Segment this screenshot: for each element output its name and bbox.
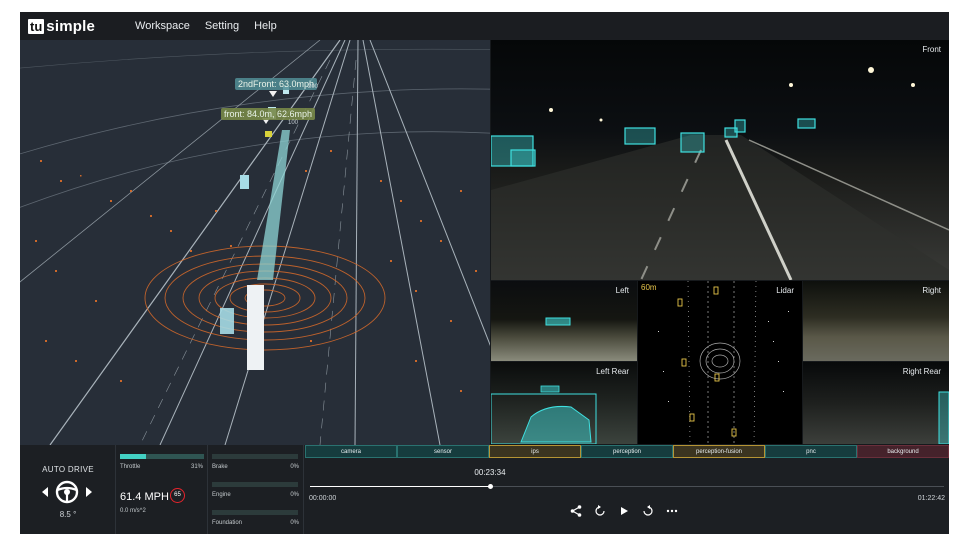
menu-setting[interactable]: Setting bbox=[205, 20, 239, 32]
current-time: 00:23:34 bbox=[474, 468, 506, 477]
right-camera-view[interactable]: Right bbox=[803, 281, 949, 361]
3d-scene-view[interactable]: 2ndFront: 63.0mph front: 84.0m, 62.6mph … bbox=[20, 40, 490, 445]
start-time: 00:00:00 bbox=[309, 495, 337, 502]
rewind-icon bbox=[595, 505, 605, 516]
left-camera-view[interactable]: Left bbox=[491, 281, 637, 361]
brake-label: Brake bbox=[212, 464, 228, 470]
auto-drive-label: AUTO DRIVE bbox=[42, 465, 94, 474]
layer-tabs: camera sensor ips perception perception-… bbox=[305, 445, 949, 458]
tab-perception-fusion[interactable]: perception-fusion bbox=[673, 445, 765, 458]
steering-wheel-icon bbox=[55, 480, 79, 504]
throttle-percent: 31% bbox=[190, 464, 203, 470]
tab-pnc[interactable]: pnc bbox=[765, 445, 857, 458]
logo-mark: tu bbox=[28, 18, 45, 34]
foundation-label: Foundation bbox=[212, 520, 243, 526]
throttle-bar-fill bbox=[120, 454, 147, 459]
bottom-panel: AUTO DRIVE 8.5 ° Throttle 31% 61.4 MPH 6… bbox=[20, 445, 949, 534]
throttle-panel: Throttle 31% 61.4 MPH 65 0.0 m/s^2 bbox=[116, 445, 208, 534]
forward-button[interactable] bbox=[641, 504, 655, 518]
distance-marker-200: 200 bbox=[308, 84, 319, 90]
engine-bar bbox=[212, 482, 298, 487]
tab-sensor[interactable]: sensor bbox=[397, 445, 489, 458]
acceleration-readout: 0.0 m/s^2 bbox=[120, 508, 146, 514]
rewind-button[interactable] bbox=[593, 504, 607, 518]
distance-marker-100: 100 bbox=[288, 120, 299, 126]
right-rear-camera-view[interactable]: Right Rear bbox=[803, 362, 949, 444]
arrow-left-icon[interactable] bbox=[42, 487, 48, 497]
tab-background[interactable]: background bbox=[857, 445, 949, 458]
left-camera-label: Left bbox=[615, 286, 629, 295]
2nd-front-vehicle-tag: 2ndFront: 63.0mph bbox=[235, 78, 318, 90]
lidar-label: Lidar bbox=[776, 286, 794, 295]
brake-percent: 0% bbox=[290, 464, 299, 470]
brake-panel: Brake 0% Engine 0% Foundation 0% bbox=[208, 445, 304, 534]
logo: tu simple bbox=[28, 18, 95, 35]
throttle-label: Throttle bbox=[120, 464, 141, 470]
auto-drive-panel: AUTO DRIVE 8.5 ° bbox=[20, 445, 116, 534]
speed-readout: 61.4 MPH bbox=[120, 491, 169, 503]
share-icon bbox=[570, 505, 582, 517]
engine-percent: 0% bbox=[290, 492, 299, 498]
more-icon bbox=[666, 509, 678, 513]
timeline-progress bbox=[310, 486, 491, 487]
play-button[interactable] bbox=[617, 504, 631, 518]
lidar-range-label: 60m bbox=[641, 283, 657, 292]
steering-indicator bbox=[42, 479, 92, 505]
arrow-right-icon[interactable] bbox=[86, 487, 92, 497]
front-camera-label: Front bbox=[922, 45, 941, 54]
left-rear-camera-label: Left Rear bbox=[596, 367, 629, 376]
front-camera-scene bbox=[491, 67, 949, 280]
more-button[interactable] bbox=[665, 504, 679, 518]
foundation-percent: 0% bbox=[290, 520, 299, 526]
main-menu: Workspace Setting Help bbox=[135, 20, 292, 32]
right-camera-label: Right bbox=[922, 286, 941, 295]
left-rear-camera-view[interactable]: Left Rear bbox=[491, 362, 637, 444]
lidar-scene bbox=[658, 281, 789, 444]
playback-panel: camera sensor ips perception perception-… bbox=[305, 445, 949, 534]
front-vehicle-tag: front: 84.0m, 62.6mph bbox=[221, 108, 316, 120]
menu-workspace[interactable]: Workspace bbox=[135, 20, 190, 32]
speed-limit-sign: 65 bbox=[170, 488, 185, 503]
app-window: tu simple Workspace Setting Help 2ndFron… bbox=[20, 12, 949, 534]
play-icon bbox=[621, 507, 628, 515]
tab-ips[interactable]: ips bbox=[489, 445, 581, 458]
forward-icon bbox=[643, 505, 653, 516]
share-button[interactable] bbox=[569, 504, 583, 518]
steering-angle: 8.5 ° bbox=[59, 510, 77, 519]
front-camera-view[interactable]: Front bbox=[491, 40, 949, 280]
end-time: 01:22:42 bbox=[917, 495, 945, 502]
playback-controls bbox=[569, 502, 679, 520]
engine-label: Engine bbox=[212, 492, 231, 498]
tab-camera[interactable]: camera bbox=[305, 445, 397, 458]
timeline-scrubber[interactable] bbox=[310, 484, 944, 489]
throttle-bar bbox=[120, 454, 204, 459]
logo-wordmark: simple bbox=[46, 17, 96, 35]
menu-help[interactable]: Help bbox=[254, 20, 277, 32]
foundation-bar bbox=[212, 510, 298, 515]
brake-bar bbox=[212, 454, 298, 459]
timeline-handle[interactable] bbox=[488, 484, 494, 489]
3d-scene-canvas bbox=[20, 40, 490, 445]
top-bar: tu simple Workspace Setting Help bbox=[20, 12, 949, 40]
tab-perception[interactable]: perception bbox=[581, 445, 673, 458]
lidar-view[interactable]: 60m Lidar bbox=[638, 281, 802, 444]
right-rear-camera-label: Right Rear bbox=[902, 367, 941, 376]
